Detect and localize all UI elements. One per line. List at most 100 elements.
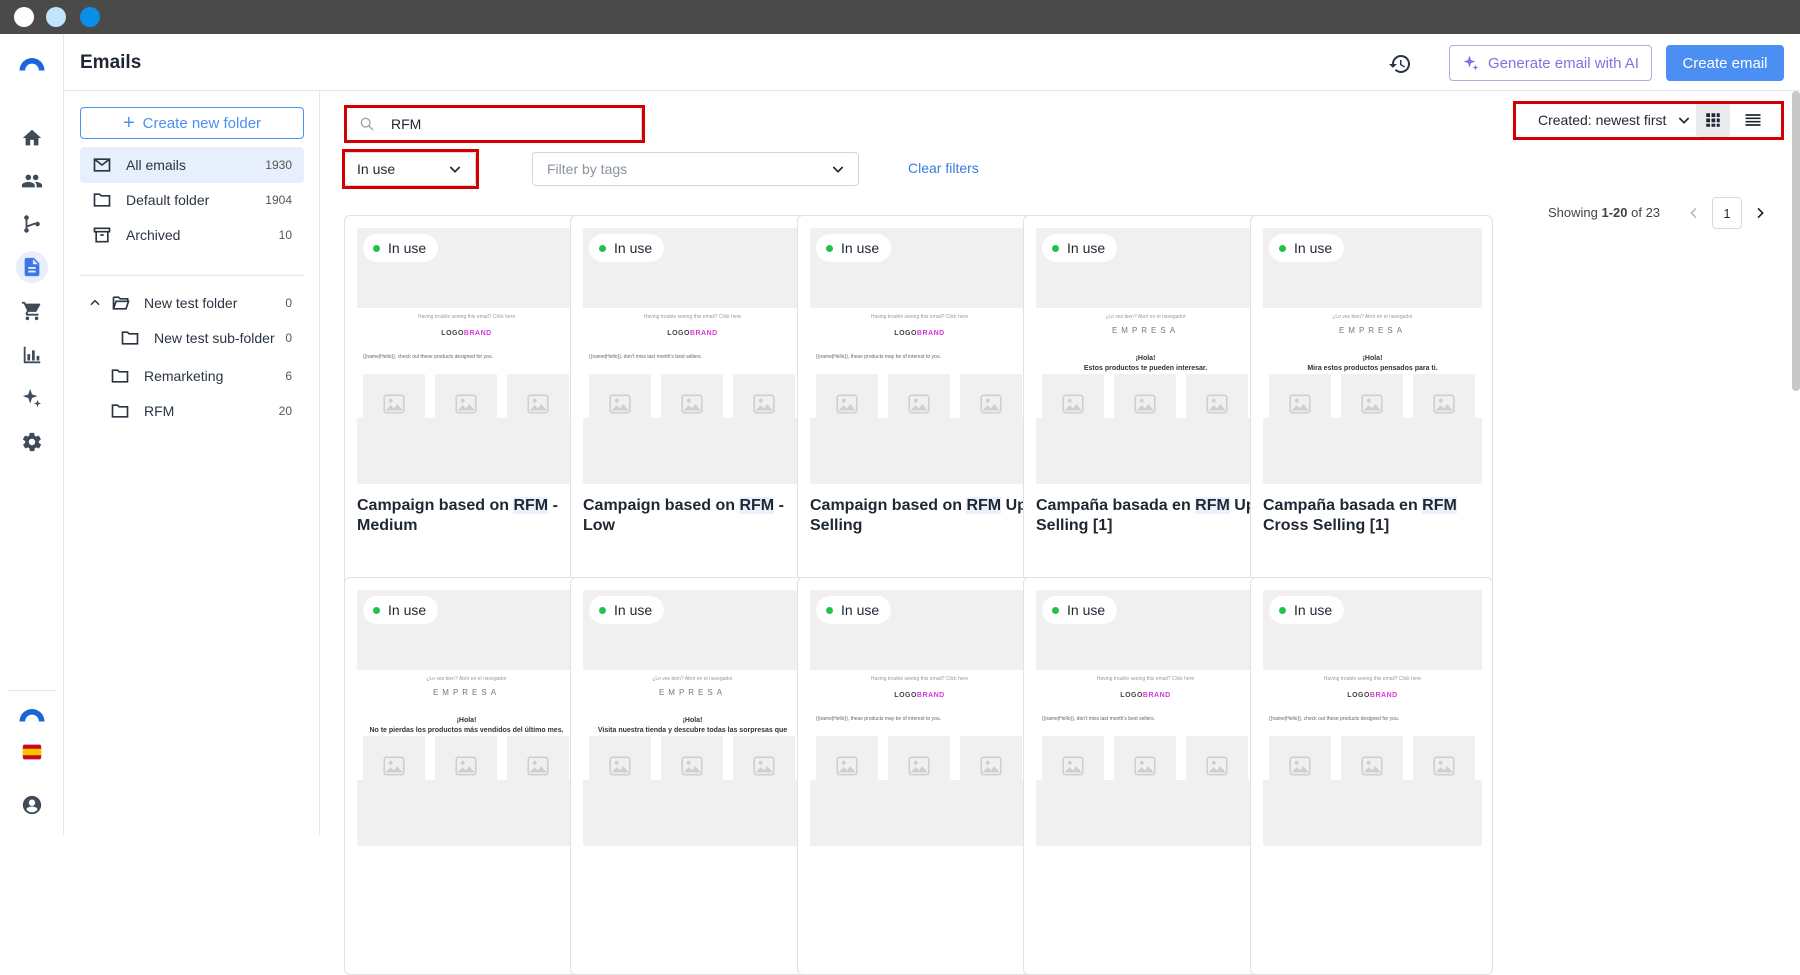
email-card[interactable]: ¿Lo ves bien? Abrir en el navegador EMPRE… (570, 577, 813, 975)
image-placeholder-icon (435, 736, 497, 796)
plus-icon: + (122, 112, 135, 134)
chevron-up-icon[interactable] (88, 296, 102, 310)
search-highlight: RFM (1422, 497, 1457, 514)
email-card[interactable]: ¿Lo ves bien? Abrir en el navegador EMPRE… (1023, 215, 1266, 613)
folder-label: Archived (126, 227, 181, 243)
image-placeholder-icon (363, 736, 425, 796)
folder-new-test-folder[interactable]: New test folder 0 (80, 285, 304, 321)
current-page-button[interactable]: 1 (1712, 197, 1742, 229)
contacts-icon[interactable] (16, 165, 48, 197)
chevron-down-icon (830, 161, 846, 177)
create-new-folder-button[interactable]: + Create new folder (80, 107, 304, 139)
email-preview[interactable]: ¿Lo ves bien? Abrir en el navegador EMPRE… (357, 590, 576, 846)
status-dot (373, 606, 380, 614)
preview-logo: LOGOBRAND (894, 692, 945, 699)
home-icon[interactable] (16, 122, 48, 154)
status-dot (826, 606, 833, 614)
brand-logo-icon[interactable] (16, 698, 48, 730)
image-placeholder-icon (661, 374, 723, 434)
email-preview[interactable]: Having trouble seeing this email? Click … (357, 228, 576, 484)
emails-document-icon[interactable] (16, 251, 48, 283)
email-preview[interactable]: Having trouble seeing this email? Click … (810, 590, 1029, 846)
preview-top-line: ¿Lo ves bien? Abrir en el navegador (426, 676, 507, 682)
email-preview[interactable]: Having trouble seeing this email? Click … (810, 228, 1029, 484)
highlight-sort-view (1513, 101, 1784, 140)
image-placeholder-icon (1114, 736, 1176, 796)
email-preview[interactable]: Having trouble seeing this email? Click … (1263, 590, 1482, 846)
image-placeholder-icon (816, 374, 878, 434)
email-card[interactable]: Having trouble seeing this email? Click … (570, 215, 813, 613)
email-card[interactable]: ¿Lo ves bien? Abrir en el navegador EMPRE… (344, 577, 587, 975)
email-card[interactable]: Having trouble seeing this email? Click … (1250, 577, 1493, 975)
email-title[interactable]: Campaña basada en RFM Cross Selling [1] (1263, 496, 1483, 536)
clear-filters-link[interactable]: Clear filters (908, 160, 979, 176)
email-preview[interactable]: ¿Lo ves bien? Abrir en el navegador EMPRE… (583, 590, 802, 846)
image-placeholder-icon (733, 374, 795, 434)
email-title[interactable]: Campaign based on RFM Up Selling (810, 496, 1030, 536)
folder-icon (120, 328, 142, 348)
tags-filter-select[interactable]: Filter by tags (532, 152, 859, 186)
preview-top-line: Having trouble seeing this email? Click … (870, 314, 969, 320)
preview-greeting: {{name|Hello}}, check out these products… (1269, 716, 1399, 722)
email-preview[interactable]: ¿Lo ves bien? Abrir en el navegador EMPRE… (1036, 228, 1255, 484)
pagination-summary: Showing 1-20 of 23 (1548, 205, 1661, 220)
email-preview[interactable]: ¿Lo ves bien? Abrir en el navegador EMPRE… (1263, 228, 1482, 484)
status-badge: In use (589, 596, 665, 624)
spain-flag-icon[interactable] (16, 736, 48, 768)
email-card[interactable]: Having trouble seeing this email? Click … (797, 215, 1040, 613)
highlight-status (342, 149, 479, 189)
folder-default[interactable]: Default folder 1904 (80, 182, 304, 218)
page-title: Emails (80, 52, 142, 73)
folder-icon (110, 366, 132, 386)
preview-logo: LOGOBRAND (441, 330, 492, 337)
app-logo-icon[interactable] (16, 47, 48, 79)
preview-company: EMPRESA (1111, 326, 1180, 335)
status-dot (1052, 244, 1059, 252)
folder-sidebar: + Create new folder All emails 1930 Defa… (64, 91, 320, 835)
user-account-icon[interactable] (16, 789, 48, 821)
scrollbar-thumb[interactable] (1792, 91, 1800, 391)
image-placeholder-icon (661, 736, 723, 796)
email-title[interactable]: Campaign based on RFM - Low (583, 496, 803, 536)
preview-company: EMPRESA (432, 688, 501, 697)
generate-email-ai-button[interactable]: Generate email with AI (1449, 45, 1652, 81)
preview-top-line: Having trouble seeing this email? Click … (1323, 676, 1422, 682)
ai-sparkle-icon (1463, 55, 1479, 71)
email-title[interactable]: Campaña basada en RFM Up Selling [1] (1036, 496, 1256, 536)
email-card[interactable]: Having trouble seeing this email? Click … (797, 577, 1040, 975)
folder-rfm[interactable]: RFM 20 (80, 393, 304, 429)
folder-archived[interactable]: Archived 10 (80, 217, 304, 253)
previous-page-button[interactable] (1682, 197, 1706, 229)
folder-all-emails[interactable]: All emails 1930 (80, 147, 304, 183)
email-card[interactable]: Having trouble seeing this email? Click … (1023, 577, 1266, 975)
folder-count: 10 (278, 228, 292, 242)
settings-gear-icon[interactable] (16, 426, 48, 458)
automation-flow-icon[interactable] (16, 208, 48, 240)
email-card[interactable]: ¿Lo ves bien? Abrir en el navegador EMPRE… (1250, 215, 1493, 613)
folder-remarketing[interactable]: Remarketing 6 (80, 358, 304, 394)
window-dot-white[interactable] (14, 7, 34, 27)
folder-new-test-sub-folder[interactable]: New test sub-folder 0 (80, 320, 304, 356)
window-dot-blue[interactable] (80, 7, 100, 27)
next-page-button[interactable] (1748, 197, 1772, 229)
generate-email-ai-label: Generate email with AI (1488, 54, 1639, 72)
image-placeholder-icon (1413, 736, 1475, 796)
email-preview[interactable]: Having trouble seeing this email? Click … (1036, 590, 1255, 846)
window-dot-lightblue[interactable] (46, 7, 66, 27)
history-button[interactable] (1384, 48, 1416, 80)
shopping-cart-icon[interactable] (16, 295, 48, 327)
ai-sparkle-icon[interactable] (16, 382, 48, 414)
email-title[interactable]: Campaign based on RFM - Medium (357, 496, 577, 536)
highlight-search (344, 105, 645, 143)
analytics-chart-icon[interactable] (16, 339, 48, 371)
image-placeholder-icon (507, 374, 569, 434)
create-email-button[interactable]: Create email (1666, 45, 1784, 81)
email-card[interactable]: Having trouble seeing this email? Click … (344, 215, 587, 613)
page-header: Emails Generate email with AI Create ema… (64, 34, 1800, 91)
folder-count: 0 (285, 331, 292, 345)
folder-label: New test sub-folder (154, 330, 275, 346)
search-highlight: RFM (966, 497, 1002, 514)
preview-logo: LOGOBRAND (1347, 692, 1398, 699)
folder-label: New test folder (144, 295, 238, 311)
email-preview[interactable]: Having trouble seeing this email? Click … (583, 228, 802, 484)
